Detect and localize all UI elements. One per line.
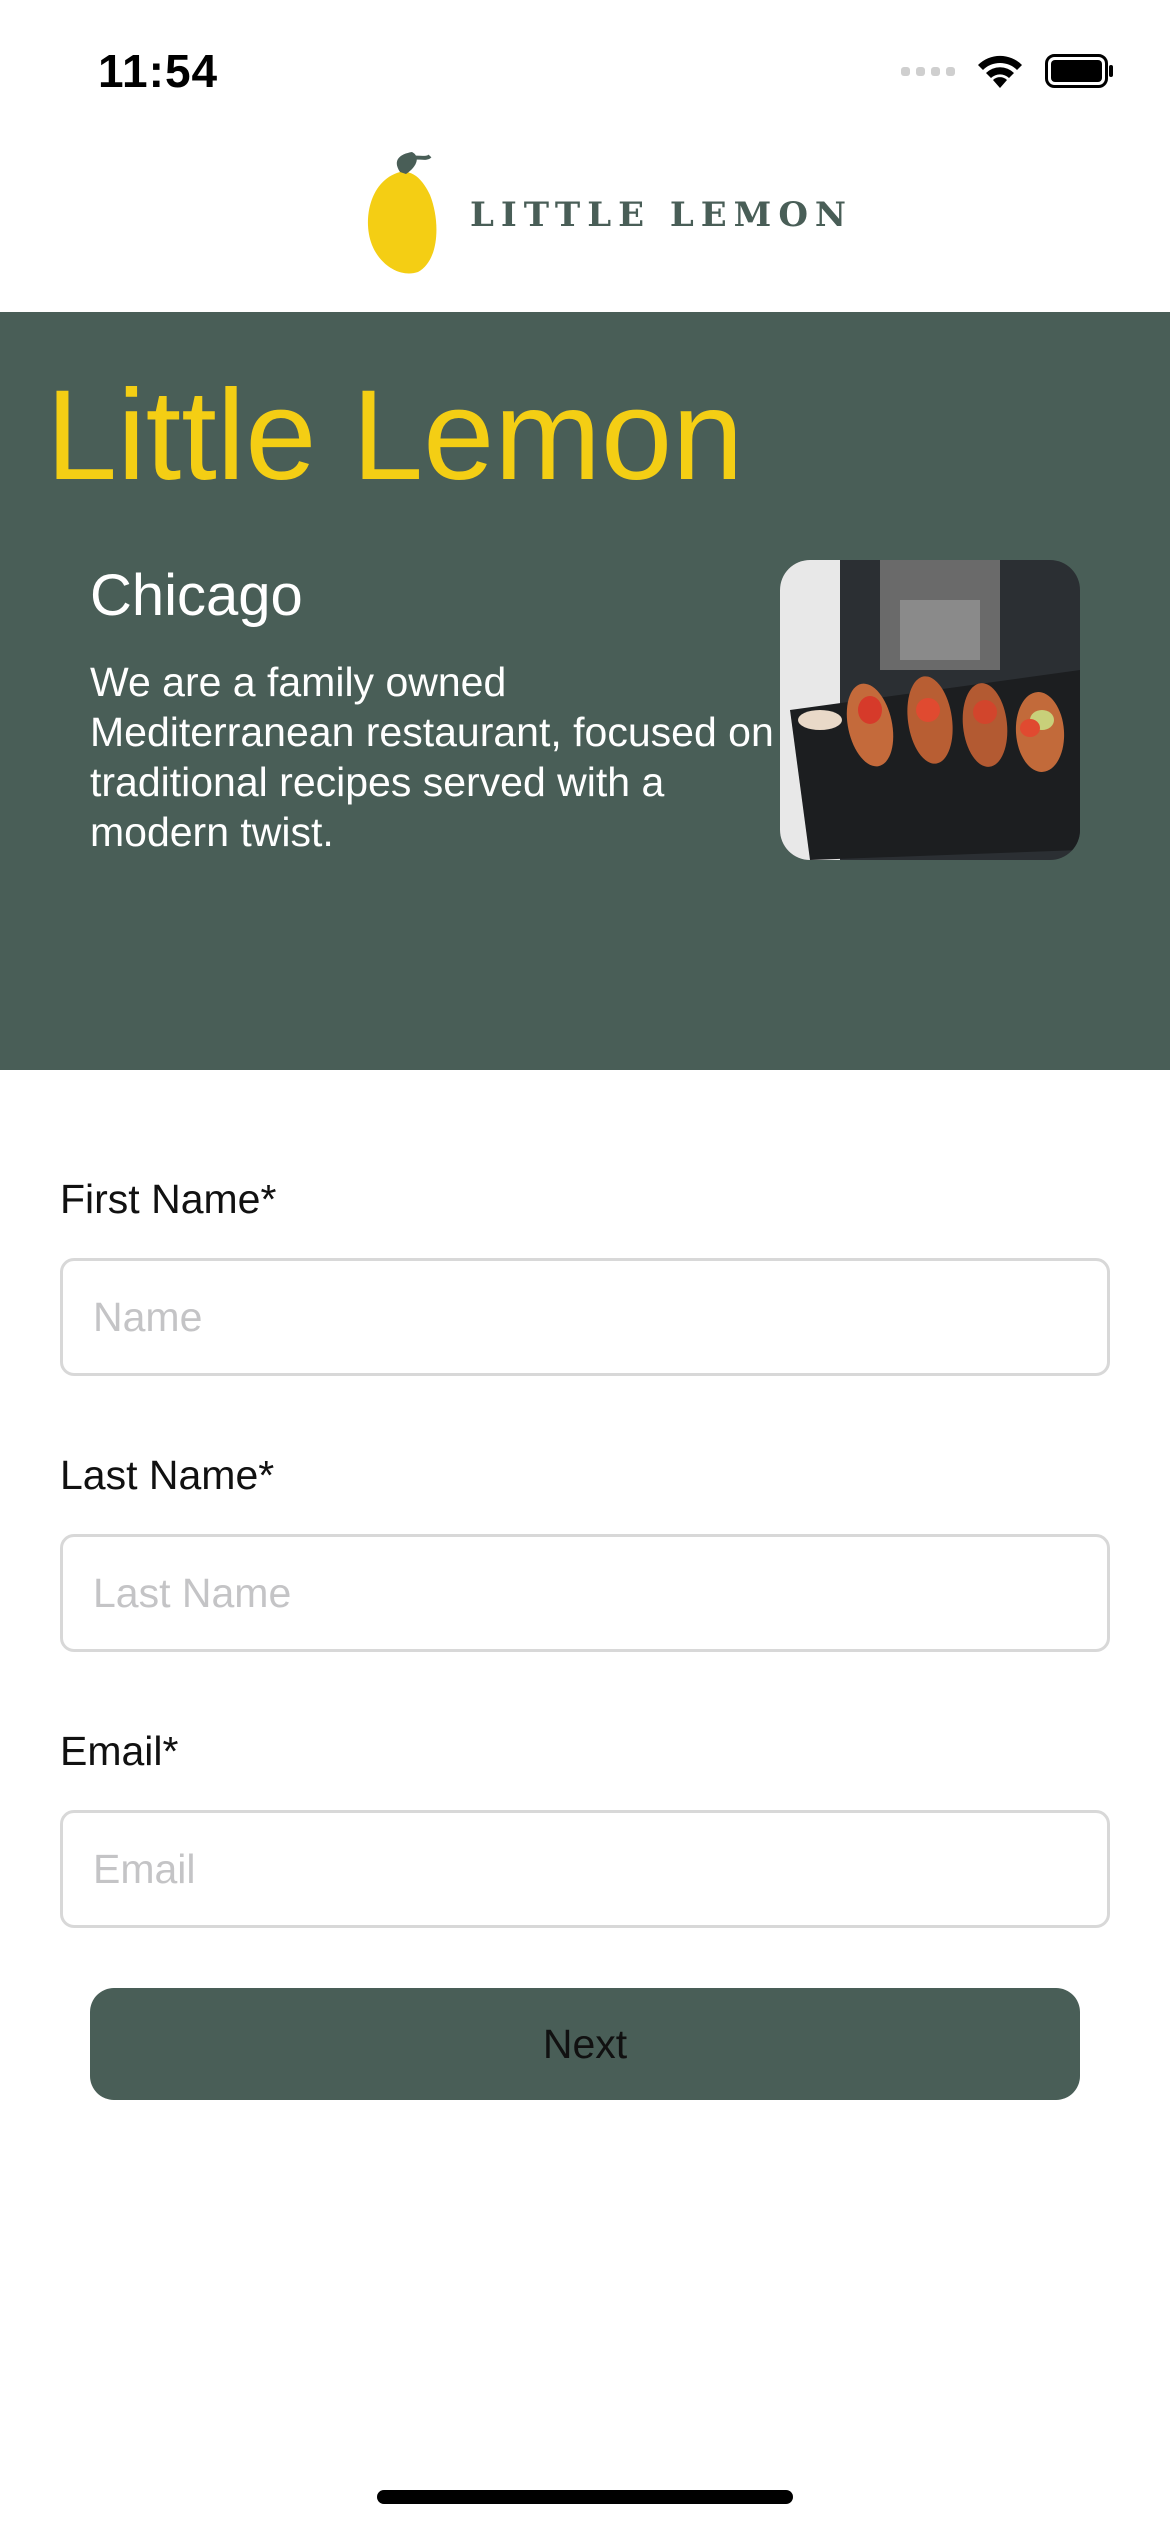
hero-description: We are a family owned Mediterranean rest… — [90, 659, 774, 855]
next-button[interactable]: Next — [90, 1988, 1080, 2100]
app-header: LITTLE LEMON — [0, 150, 1170, 310]
battery-icon — [1045, 54, 1113, 88]
logo: LITTLE LEMON — [360, 150, 853, 280]
last-name-label: Last Name* — [60, 1452, 275, 1498]
status-time: 11:54 — [98, 45, 219, 97]
status-bar: 11:54 — [0, 0, 1170, 150]
lemon-icon — [367, 152, 437, 274]
logo-text: LITTLE LEMON — [470, 195, 854, 235]
hero-title: Little Lemon — [46, 364, 744, 507]
first-name-label: First Name* — [60, 1176, 277, 1222]
email-input[interactable] — [60, 1810, 1110, 1928]
last-name-input[interactable] — [60, 1534, 1110, 1652]
cellular-signal-icon — [901, 66, 955, 76]
status-icons — [901, 52, 1115, 90]
hero-city: Chicago — [90, 563, 303, 628]
home-indicator[interactable] — [377, 2490, 793, 2504]
food-platter-image — [780, 560, 1080, 860]
first-name-input[interactable] — [60, 1258, 1110, 1376]
hero-section: Little Lemon Chicago We are a family own… — [0, 312, 1170, 1070]
email-label: Email* — [60, 1728, 179, 1774]
wifi-icon — [978, 55, 1022, 88]
